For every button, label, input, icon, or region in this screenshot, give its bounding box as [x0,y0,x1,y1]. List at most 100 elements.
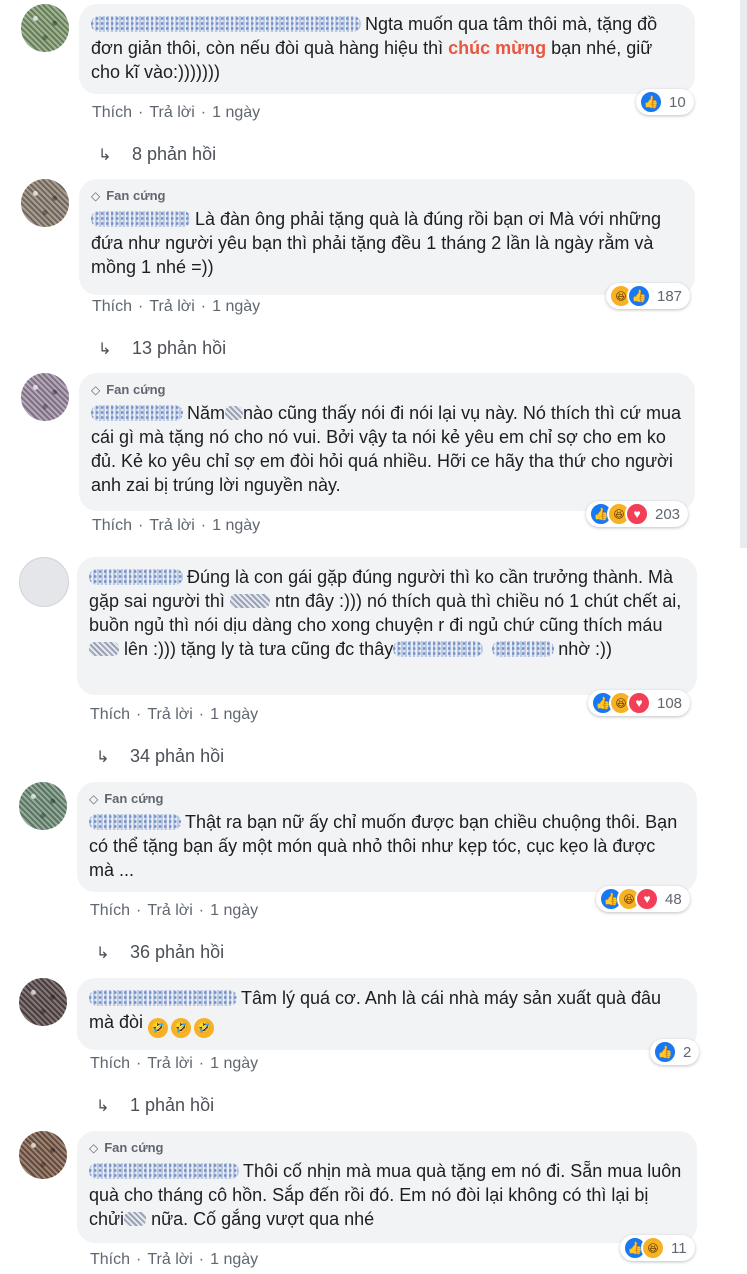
haha-icon: 😆 [641,1236,665,1260]
like-icon: 👍 [627,284,651,308]
comment-actions: Thích · Trả lời · 1 ngày [90,1055,259,1072]
comment-bubble: Đúng là con gái gặp đúng người thì ko cầ… [77,557,697,695]
comment-bubble: Ngta muốn qua tâm thôi mà, tặng đồ đơn g… [79,4,695,94]
reaction-summary[interactable]: 👍 😆 ♥ 48 [596,886,690,912]
reaction-summary[interactable]: 👍 2 [650,1039,700,1065]
tagged-name[interactable] [393,641,484,657]
comment-actions: Thích · Trả lời · 1 ngày [90,706,259,723]
reaction-summary[interactable]: 😆 👍 187 [606,283,691,309]
page-edge-divider [740,0,747,548]
reaction-summary[interactable]: 👍 😆 ♥ 108 [588,690,691,716]
comment-text: Là đàn ông phải tặng quà là đúng rồi bạn… [91,209,661,277]
reply-arrow-icon: ↳ [96,749,110,766]
comment-text: Thôi cố nhịn mà mua quà tặng em nó đi. S… [89,1161,682,1229]
reply-link[interactable]: Trả lời [147,1251,192,1268]
like-icon: 👍 [653,1040,677,1064]
comment-text: Năm nào cũng thấy nói đi nói lại vụ này. … [91,403,681,495]
commenter-avatar[interactable] [19,557,69,607]
view-replies-link[interactable]: ↳ 34 phản hồi [96,746,224,767]
fan-badge: ◇ Fan cứng [89,791,164,806]
reaction-summary[interactable]: 👍 😆 11 [620,1235,695,1261]
like-link[interactable]: Thích [92,298,132,315]
comment-actions: Thích · Trả lời · 1 ngày [92,298,261,315]
view-replies-link[interactable]: ↳ 36 phản hồi [96,942,224,963]
view-replies-link[interactable]: ↳ 13 phản hồi [98,338,226,359]
commenter-name[interactable] [89,569,183,585]
view-replies-link[interactable]: ↳ 8 phản hồi [98,144,216,165]
like-link[interactable]: Thích [92,104,132,121]
diamond-icon: ◇ [91,383,101,397]
comment-text: Đúng là con gái gặp đúng người thì ko cầ… [89,567,682,659]
view-replies-link[interactable]: ↳ 1 phản hồi [96,1095,214,1116]
commenter-avatar[interactable] [19,1131,67,1179]
diamond-icon: ◇ [89,1141,99,1155]
like-icon: 👍 [639,90,663,114]
censored-word [229,594,270,608]
comment-actions: Thích · Trả lời · 1 ngày [92,517,261,534]
reply-link[interactable]: Trả lời [149,517,194,534]
love-icon: ♥ [635,887,659,911]
comment-timestamp[interactable]: 1 ngày [210,902,258,919]
commenter-name[interactable] [89,1163,239,1179]
diamond-icon: ◇ [89,792,99,806]
comment-bubble: ◇ Fan cứng Là đàn ông phải tặng quà là đú… [79,179,695,295]
like-link[interactable]: Thích [92,517,132,534]
commenter-avatar[interactable] [19,978,67,1026]
fan-badge: ◇ Fan cứng [89,1140,164,1155]
like-link[interactable]: Thích [90,1251,130,1268]
love-icon: ♥ [625,502,649,526]
commenter-name[interactable] [91,211,191,227]
reaction-count: 187 [657,287,683,305]
comment-timestamp[interactable]: 1 ngày [210,706,258,723]
commenter-name[interactable] [91,405,183,421]
commenter-name[interactable] [91,16,361,32]
like-link[interactable]: Thích [90,706,130,723]
comment-bubble: ◇ Fan cứng Thôi cố nhịn mà mua quà tặng e… [77,1131,697,1243]
comment-text: Thật ra bạn nữ ấy chỉ muốn được bạn chiề… [89,812,678,880]
commenter-name[interactable] [89,990,237,1006]
tagged-name[interactable] [492,641,555,657]
reaction-summary[interactable]: 👍 10 [636,89,694,115]
comment-bubble: ◇ Fan cứng Năm nào cũng thấy nói đi nói lạ… [79,373,695,511]
diamond-icon: ◇ [91,189,101,203]
reaction-count: 2 [683,1043,692,1061]
comment-text: Tâm lý quá cơ. Anh là cái nhà máy sản xu… [89,986,685,1038]
reply-arrow-icon: ↳ [98,147,112,164]
comment-timestamp[interactable]: 1 ngày [212,517,260,534]
fan-badge: ◇ Fan cứng [91,188,166,203]
commenter-name[interactable] [89,814,181,830]
reply-link[interactable]: Trả lời [149,104,194,121]
rofl-emoji-icon: 🤣 [171,1018,192,1038]
reply-link[interactable]: Trả lời [147,1055,192,1072]
comment-bubble: ◇ Fan cứng Thật ra bạn nữ ấy chỉ muốn đượ… [77,782,697,892]
like-link[interactable]: Thích [90,902,130,919]
comment-timestamp[interactable]: 1 ngày [212,298,260,315]
rofl-emoji-icon: 🤣 [148,1018,169,1038]
comment-actions: Thích · Trả lời · 1 ngày [90,1251,259,1268]
comment-timestamp[interactable]: 1 ngày [212,104,260,121]
comment-timestamp[interactable]: 1 ngày [210,1251,258,1268]
reaction-count: 11 [671,1239,687,1257]
censored-word [124,1212,147,1226]
reply-link[interactable]: Trả lời [147,706,192,723]
fan-badge: ◇ Fan cứng [91,382,166,397]
love-icon: ♥ [627,691,651,715]
reaction-summary[interactable]: 👍 😆 ♥ 203 [586,501,689,527]
reaction-count: 48 [665,890,682,908]
commenter-avatar[interactable] [21,373,69,421]
reaction-count: 10 [669,93,686,111]
reply-arrow-icon: ↳ [96,945,110,962]
reply-link[interactable]: Trả lời [147,902,192,919]
reaction-count: 203 [655,505,681,523]
censored-word [89,642,119,656]
comment-text: Ngta muốn qua tâm thôi mà, tặng đồ đơn g… [91,14,658,82]
reply-link[interactable]: Trả lời [149,298,194,315]
commenter-avatar[interactable] [21,179,69,227]
comment-bubble: Tâm lý quá cơ. Anh là cái nhà máy sản xu… [77,978,697,1050]
commenter-avatar[interactable] [21,4,69,52]
like-link[interactable]: Thích [90,1055,130,1072]
comment-timestamp[interactable]: 1 ngày [210,1055,258,1072]
commenter-avatar[interactable] [19,782,67,830]
comment-actions: Thích · Trả lời · 1 ngày [90,902,259,919]
comment-actions: Thích · Trả lời · 1 ngày [92,104,261,121]
